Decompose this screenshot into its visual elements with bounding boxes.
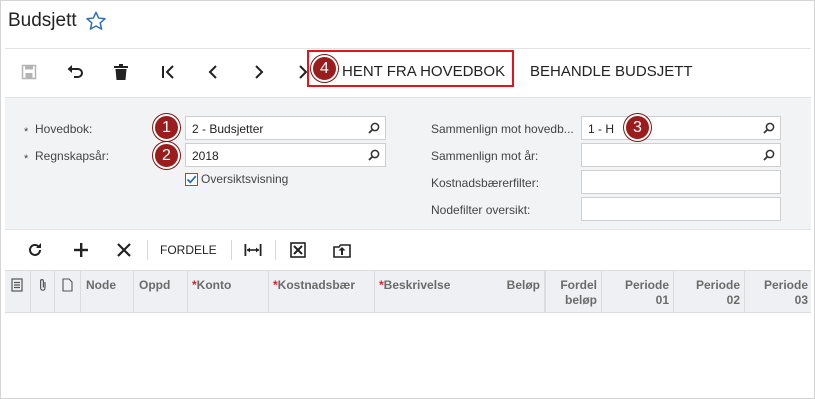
regnskapsar-value: 2018 (192, 149, 219, 163)
upload-icon[interactable] (331, 240, 353, 260)
search-icon[interactable] (368, 122, 380, 134)
required-mark: * (24, 126, 29, 138)
next-record-icon[interactable] (247, 60, 271, 84)
search-icon[interactable] (763, 149, 775, 161)
highlight-box (307, 50, 514, 87)
favorite-star-icon[interactable] (85, 10, 107, 32)
nodefilter-label: Nodefilter oversikt: (431, 203, 531, 217)
column-oppd-label: Oppd (139, 278, 171, 292)
oversiktsvisning-checkbox[interactable] (185, 173, 198, 186)
hovedbok-label: Hovedbok: (35, 122, 93, 136)
notes-icon (11, 278, 23, 292)
delete-row-icon[interactable] (113, 240, 135, 260)
search-icon[interactable] (763, 122, 775, 134)
column-node-label: Node (86, 278, 116, 292)
refresh-icon[interactable] (24, 240, 46, 260)
fit-width-icon[interactable] (242, 240, 264, 260)
first-record-icon[interactable] (156, 60, 180, 84)
document-icon (62, 278, 73, 292)
column-fordelt-belop-label: Fordel beløp (560, 278, 597, 307)
sammenlign-ar-field[interactable] (581, 143, 781, 167)
callout-1: 1 (153, 114, 180, 141)
toolbar-separator (231, 240, 232, 260)
column-attachments[interactable] (31, 270, 55, 313)
hovedbok-field[interactable]: 2 - Budsjetter (185, 116, 386, 140)
column-periode-02-label: Periode 02 (695, 278, 740, 307)
column-notes[interactable] (5, 270, 31, 313)
delete-icon[interactable] (109, 60, 133, 84)
required-mark: * (24, 153, 29, 165)
export-excel-icon[interactable] (287, 240, 309, 260)
regnskapsar-field[interactable]: 2018 (185, 143, 386, 167)
regnskapsar-label: Regnskapsår: (35, 149, 110, 163)
add-row-icon[interactable] (70, 240, 92, 260)
column-kostnadsbaer-label: *Kostnadsbær (273, 278, 356, 292)
undo-icon[interactable] (63, 60, 87, 84)
paperclip-icon (40, 279, 46, 291)
oversiktsvisning-label: Oversiktsvisning (201, 172, 289, 186)
callout-3: 3 (624, 114, 651, 141)
column-belop-label: Beløp (506, 278, 540, 292)
kostnadsbaererfilter-field[interactable] (581, 170, 781, 194)
callout-2: 2 (153, 142, 180, 169)
column-beskrivelse-label: *Beskrivelse (379, 278, 451, 292)
save-icon[interactable] (17, 60, 41, 84)
column-document[interactable] (55, 270, 81, 313)
checkmark-icon (186, 175, 197, 184)
search-icon[interactable] (368, 149, 380, 161)
sammenlign-ar-label: Sammenlign mot år: (431, 149, 539, 163)
sammenlign-hovedbok-field[interactable]: 1 - H (581, 116, 781, 140)
sammenlign-hovedbok-value: 1 - H (588, 122, 615, 136)
column-periode-01-label: Periode 01 (624, 278, 669, 307)
column-konto-label: *Konto (192, 278, 232, 292)
kostnadsbaererfilter-label: Kostnadsbærerfilter: (431, 176, 540, 190)
toolbar-separator (147, 240, 148, 260)
toolbar-separator (275, 240, 276, 260)
fordele-button[interactable]: FORDELE (160, 243, 217, 257)
behandle-budsjett-button[interactable]: BEHANDLE BUDSJETT (530, 63, 693, 80)
nodefilter-field[interactable] (581, 197, 781, 221)
previous-record-icon[interactable] (201, 60, 225, 84)
sammenlign-hovedbok-label: Sammenlign mot hovedb... (431, 122, 574, 136)
column-periode-03-label: Periode 03 (763, 278, 808, 307)
callout-4: 4 (311, 55, 338, 82)
page-title: Budsjett (8, 10, 77, 31)
hovedbok-value: 2 - Budsjetter (192, 122, 264, 136)
title-divider (5, 48, 811, 49)
